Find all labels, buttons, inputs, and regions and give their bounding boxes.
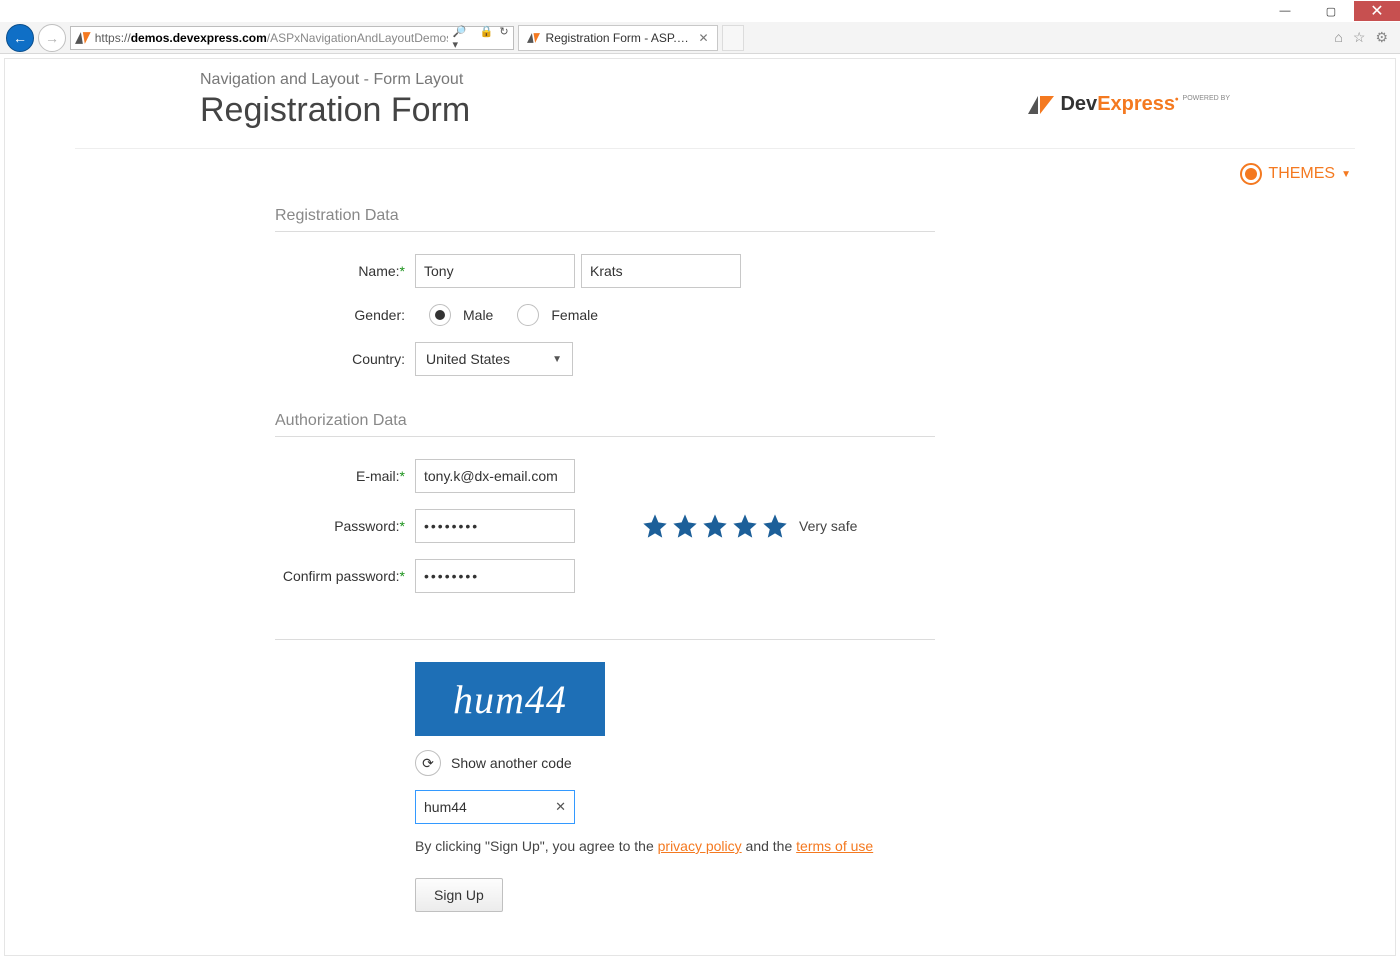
sign-up-button[interactable]: Sign Up	[415, 878, 503, 912]
terms-of-use-link[interactable]: terms of use	[796, 838, 873, 854]
refresh-icon[interactable]: ↻	[499, 25, 508, 51]
password-input[interactable]	[415, 509, 575, 543]
input-clear-icon[interactable]: ✕	[555, 799, 566, 815]
star-icon	[731, 512, 759, 540]
themes-label: THEMES	[1268, 165, 1335, 183]
section-separator	[275, 436, 935, 437]
new-tab-button[interactable]	[722, 25, 744, 51]
window-titlebar: — ▢ ✕	[0, 0, 1400, 22]
country-value: United States	[426, 351, 510, 367]
window-maximize-button[interactable]: ▢	[1308, 1, 1354, 21]
logo-wordmark: DevExpress•	[1060, 93, 1178, 116]
agreement-text: By clicking "Sign Up", you agree to the …	[415, 838, 935, 854]
gender-label: Gender:	[275, 307, 415, 323]
nav-back-button[interactable]: ←	[6, 24, 34, 52]
section-authorization-title: Authorization Data	[275, 412, 935, 430]
star-icon	[701, 512, 729, 540]
search-dropdown-icon[interactable]: 🔎 ▾	[452, 25, 473, 51]
confirm-password-input[interactable]	[415, 559, 575, 593]
window-close-button[interactable]: ✕	[1354, 1, 1400, 21]
password-label: Password:*	[275, 518, 415, 534]
first-name-input[interactable]	[415, 254, 575, 288]
privacy-policy-link[interactable]: privacy policy	[658, 838, 742, 854]
address-url: https://demos.devexpress.com/ASPxNavigat…	[95, 31, 449, 45]
country-label: Country:	[275, 351, 415, 367]
password-strength-text: Very safe	[799, 518, 857, 534]
captcha-image: hum44	[415, 662, 605, 736]
captcha-input[interactable]: hum44 ✕	[415, 790, 575, 824]
favorites-icon[interactable]: ☆	[1353, 29, 1366, 46]
name-label: Name:*	[275, 263, 415, 279]
star-icon	[761, 512, 789, 540]
gender-female-radio[interactable]	[517, 304, 539, 326]
tab-close-icon[interactable]: ✕	[698, 31, 708, 45]
tools-icon[interactable]: ⚙	[1375, 29, 1388, 46]
address-bar[interactable]: https://demos.devexpress.com/ASPxNavigat…	[70, 26, 514, 50]
page-title: Registration Form	[200, 91, 1010, 130]
email-input[interactable]	[415, 459, 575, 493]
logo-mark-icon	[1028, 96, 1054, 114]
site-favicon-icon	[75, 30, 91, 46]
country-select[interactable]: United States ▼	[415, 342, 573, 376]
chevron-down-icon: ▼	[552, 354, 562, 365]
email-label: E-mail:*	[275, 468, 415, 484]
captcha-input-value: hum44	[424, 799, 467, 815]
themes-orb-icon	[1240, 163, 1262, 185]
home-icon[interactable]: ⌂	[1334, 29, 1342, 46]
captcha-refresh-label[interactable]: Show another code	[451, 755, 572, 771]
devexpress-logo[interactable]: DevExpress• POWERED BY	[1010, 93, 1230, 116]
password-strength-stars: Very safe	[641, 512, 857, 540]
gender-male-label: Male	[463, 307, 493, 323]
breadcrumb: Navigation and Layout - Form Layout	[200, 71, 1010, 89]
gender-female-label: Female	[551, 307, 598, 323]
nav-forward-button[interactable]: →	[38, 24, 66, 52]
gender-male-radio[interactable]	[429, 304, 451, 326]
captcha-refresh-button[interactable]: ⟳	[415, 750, 441, 776]
tab-favicon-icon	[527, 31, 540, 45]
themes-picker[interactable]: THEMES ▼	[5, 149, 1395, 185]
chevron-down-icon: ▼	[1341, 169, 1351, 180]
browser-tab[interactable]: Registration Form - ASP.NE... ✕	[518, 25, 718, 51]
address-controls: 🔎 ▾ 🔒 ↻	[452, 25, 508, 51]
section-separator	[275, 639, 935, 640]
confirm-password-label: Confirm password:*	[275, 568, 415, 584]
section-separator	[275, 231, 935, 232]
window-minimize-button[interactable]: —	[1262, 1, 1308, 21]
star-icon	[641, 512, 669, 540]
browser-toolbar: ← → https://demos.devexpress.com/ASPxNav…	[0, 22, 1400, 54]
logo-powered-by: POWERED BY	[1183, 95, 1230, 102]
star-icon	[671, 512, 699, 540]
last-name-input[interactable]	[581, 254, 741, 288]
lock-icon[interactable]: 🔒	[480, 25, 494, 51]
section-registration-title: Registration Data	[275, 207, 935, 225]
tab-title: Registration Form - ASP.NE...	[546, 31, 693, 45]
